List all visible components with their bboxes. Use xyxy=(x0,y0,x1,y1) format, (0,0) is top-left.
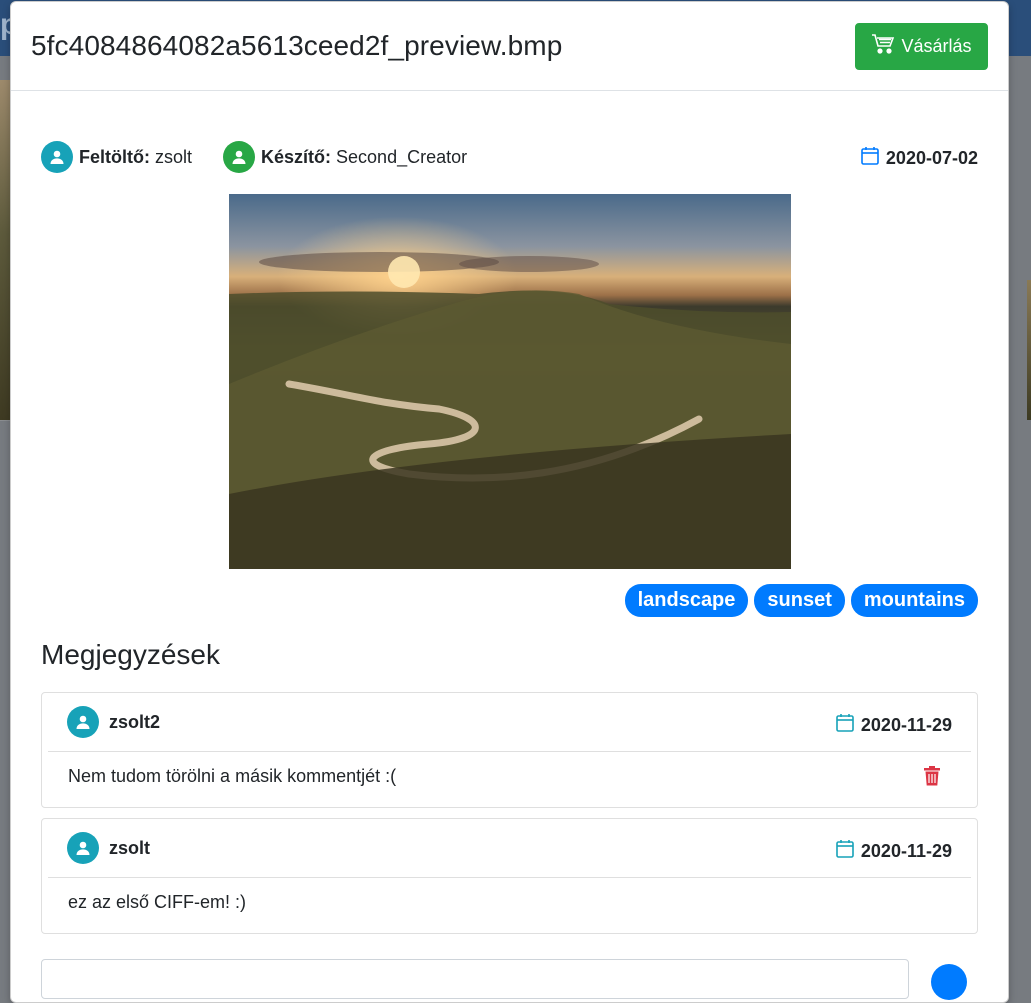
modal-header: 5fc4084864082a5613ceed2f_preview.bmp Vás… xyxy=(11,2,1008,91)
upload-date: 2020-07-02 xyxy=(860,146,978,171)
uploader-info: Feltöltő: zsolt xyxy=(41,141,192,173)
comment-author: zsolt2 xyxy=(67,706,160,738)
upload-date-text: 2020-07-02 xyxy=(885,148,978,168)
user-icon xyxy=(223,141,255,173)
creator-info: Készítő: Second_Creator xyxy=(223,141,467,173)
comment-card: zsolt2 2020-11-29 Nem tudom törölni a má… xyxy=(41,692,978,808)
comment-header: zsolt 2020-11-29 xyxy=(48,819,971,878)
comment-header: zsolt2 2020-11-29 xyxy=(48,693,971,752)
tag-list: landscape sunset mountains xyxy=(624,584,978,617)
comments-heading: Megjegyzések xyxy=(41,639,220,670)
comment-text: Nem tudom törölni a másik kommentjét :( xyxy=(68,766,397,786)
buy-button-label: Vásárlás xyxy=(901,36,972,56)
send-icon[interactable] xyxy=(931,964,967,1000)
user-icon xyxy=(67,706,99,738)
calendar-icon xyxy=(835,839,855,864)
comment-date: 2020-11-29 xyxy=(835,713,952,738)
comment-author: zsolt xyxy=(67,832,150,864)
new-comment-input[interactable] xyxy=(41,959,909,999)
uploader-name: zsolt xyxy=(155,146,193,167)
background-image-fragment-right xyxy=(1027,280,1031,420)
uploader-label: Feltöltő: xyxy=(79,146,150,167)
calendar-icon xyxy=(835,713,855,738)
tag-mountains[interactable]: mountains xyxy=(850,584,978,617)
calendar-icon xyxy=(860,146,880,171)
buy-button[interactable]: Vásárlás xyxy=(855,23,988,70)
comment-author-name: zsolt2 xyxy=(109,711,161,732)
comment-date-text: 2020-11-29 xyxy=(860,841,952,861)
image-detail-modal: 5fc4084864082a5613ceed2f_preview.bmp Vás… xyxy=(10,1,1009,1003)
creator-label: Készítő: xyxy=(261,146,332,167)
preview-image xyxy=(229,194,791,569)
comment-card: zsolt 2020-11-29 ez az első CIFF-em! :) xyxy=(41,818,978,934)
creator-name: Second_Creator xyxy=(336,146,468,167)
background-image-fragment xyxy=(0,80,10,420)
comment-date-text: 2020-11-29 xyxy=(860,715,952,735)
tag-sunset[interactable]: sunset xyxy=(754,584,845,617)
user-icon xyxy=(41,141,73,173)
comment-date: 2020-11-29 xyxy=(835,839,952,864)
image-meta-row: Feltöltő: zsolt Készítő: Second_Creator … xyxy=(41,141,978,175)
tag-landscape[interactable]: landscape xyxy=(624,584,749,617)
comment-author-name: zsolt xyxy=(109,837,151,858)
cart-icon xyxy=(871,33,895,60)
trash-icon[interactable] xyxy=(923,766,941,791)
modal-title: 5fc4084864082a5613ceed2f_preview.bmp xyxy=(31,30,563,61)
user-icon xyxy=(67,832,99,864)
comment-text: ez az első CIFF-em! :) xyxy=(68,892,247,912)
